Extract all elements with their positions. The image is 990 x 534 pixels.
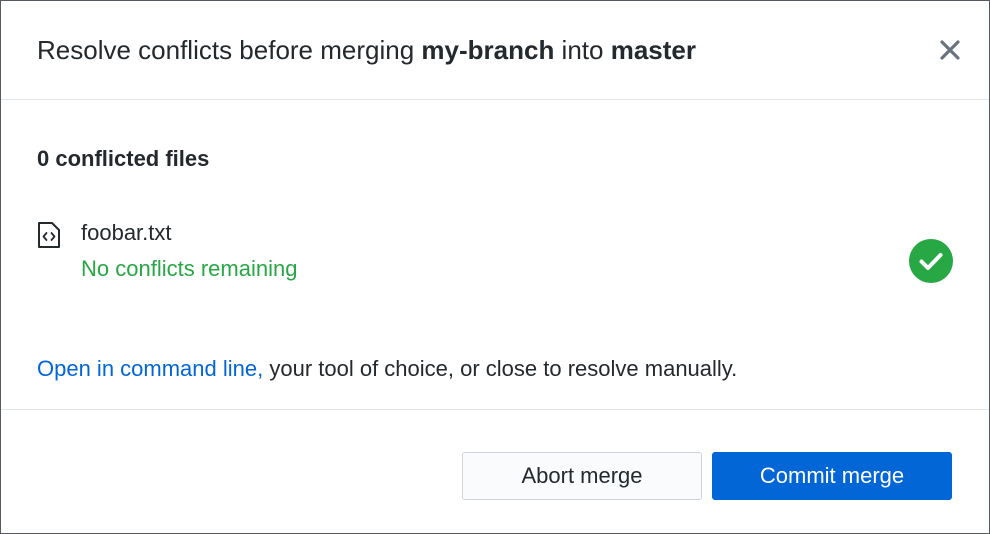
resolve-hint: Open in command line, your tool of choic… (37, 356, 737, 382)
conflicted-files-count: 0 conflicted files (37, 146, 210, 171)
dialog-title: Resolve conflicts before merging my-bran… (37, 35, 696, 66)
dialog-footer: Abort merge Commit merge (1, 410, 989, 533)
file-status: No conflicts remaining (81, 256, 298, 281)
commit-merge-button[interactable]: Commit merge (712, 452, 952, 500)
check-circle-icon (909, 239, 953, 283)
title-middle: into (554, 34, 611, 65)
dialog-header: Resolve conflicts before merging my-bran… (1, 1, 989, 100)
file-list-item: foobar.txt No conflicts remaining (37, 218, 953, 288)
dialog-body: 0 conflicted files foobar.txt No conflic… (1, 100, 989, 410)
file-code-icon (38, 222, 60, 248)
hint-text: your tool of choice, or close to resolve… (263, 356, 738, 381)
abort-merge-button[interactable]: Abort merge (462, 452, 702, 500)
open-command-line-link[interactable]: Open in command line, (37, 356, 263, 381)
file-name: foobar.txt (81, 220, 172, 245)
title-prefix: Resolve conflicts before merging (37, 34, 422, 65)
title-branch: my-branch (421, 34, 555, 65)
close-button[interactable] (937, 37, 963, 63)
resolve-conflicts-dialog: Resolve conflicts before merging my-bran… (0, 0, 990, 534)
close-icon (940, 40, 960, 60)
title-target: master (610, 34, 696, 65)
